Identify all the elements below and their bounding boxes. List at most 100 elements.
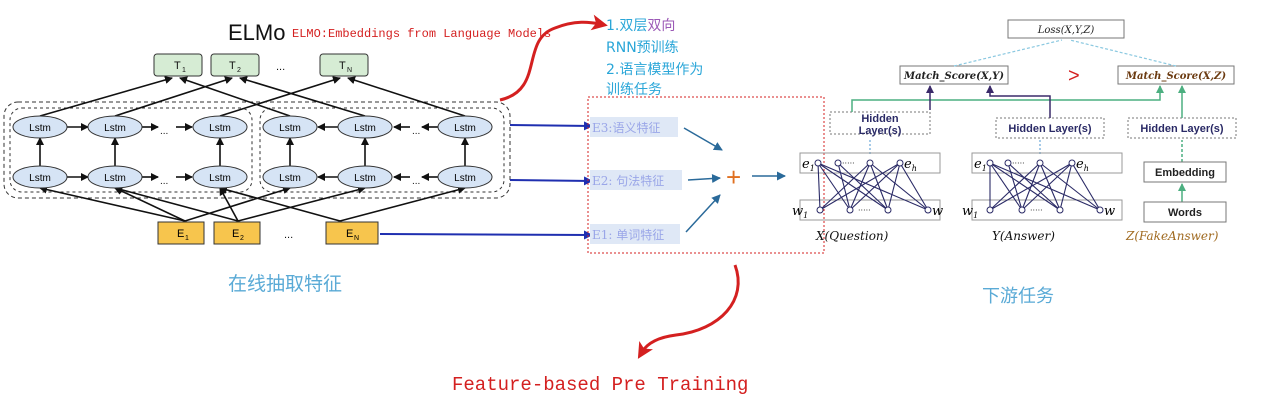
output-ellipsis: ... (276, 61, 285, 73)
x-w-label: w (932, 204, 943, 219)
output-tn: T N (319, 53, 369, 77)
lstm-node: Lstm (337, 165, 393, 189)
output-t1: T 1 (153, 53, 203, 77)
svg-text:Lstm: Lstm (104, 123, 126, 134)
hidden-layer-y: Hidden Layer(s) (995, 117, 1105, 139)
feature-e2: E2: 句法特征 (592, 173, 664, 188)
purple-links (926, 85, 1051, 118)
x-bottom-ellipsis: ····· (858, 206, 871, 215)
x-question-label: X(Question) (815, 229, 889, 243)
elmo-subtitle: ELMO:Embeddings from Language Models (292, 27, 551, 41)
svg-text:Lstm: Lstm (29, 123, 51, 134)
svg-text:Match_Score(X,Y): Match_Score(X,Y) (903, 71, 1004, 82)
y-e1-label: e1 (974, 157, 987, 173)
xy-to-loss-line (953, 39, 1063, 67)
words-box: Words (1143, 201, 1227, 223)
elmo-title: ELMo (228, 20, 285, 45)
svg-text:Hidden: Hidden (861, 113, 899, 125)
feature-e1: E1: 单词特征 (592, 227, 664, 242)
y-eh-label: eh (1076, 157, 1089, 173)
forward-top-ellipsis: ... (160, 126, 168, 137)
hidden-layer-z: Hidden Layer(s) (1127, 117, 1237, 139)
lstm-node: Lstm (437, 165, 493, 189)
lstm-node: Lstm (437, 115, 493, 139)
lstm-node: Lstm (87, 165, 143, 189)
plus-sign: + (726, 162, 741, 192)
svg-text:Lstm: Lstm (454, 123, 476, 134)
input-e1: E 1 (157, 221, 205, 245)
output-t2: T 2 (210, 53, 260, 77)
footer-title: Feature-based Pre Training (452, 374, 748, 396)
svg-text:Embedding: Embedding (1155, 167, 1215, 179)
lstm-node: Lstm (262, 115, 318, 139)
downstream-caption: 下游任务 (982, 286, 1054, 307)
greater-than: > (1068, 65, 1080, 87)
svg-text:N: N (347, 67, 352, 74)
y-answer-label: Y(Answer) (992, 229, 1055, 243)
feature-e3: E3:语义特征 (592, 120, 660, 135)
svg-text:Lstm: Lstm (454, 173, 476, 184)
e1-to-plus-arrow (685, 194, 721, 233)
svg-text:Lstm: Lstm (354, 123, 376, 134)
svg-text:Lstm: Lstm (279, 173, 301, 184)
e3-to-plus-arrow (683, 127, 723, 151)
y-w1-label: w1 (962, 204, 978, 220)
svg-text:Words: Words (1168, 207, 1202, 219)
lstm-node: Lstm (87, 115, 143, 139)
svg-text:T: T (229, 60, 236, 72)
svg-text:E: E (232, 228, 239, 240)
loss-box: Loss(X,Y,Z) (1007, 19, 1125, 39)
y-network (971, 152, 1123, 221)
svg-text:E: E (177, 228, 184, 240)
lstm-node: Lstm (192, 165, 248, 189)
y-w-label: w (1104, 204, 1115, 219)
arrow-to-e2 (509, 176, 593, 186)
match-score-xz-box: Match_Score(X,Z) (1117, 65, 1235, 85)
input-ellipsis: ... (284, 229, 293, 241)
z-fakeanswer-label: Z(FakeAnswer) (1125, 229, 1219, 243)
svg-text:Loss(X,Y,Z): Loss(X,Y,Z) (1037, 25, 1095, 36)
svg-text:1: 1 (182, 67, 186, 74)
svg-text:Lstm: Lstm (104, 173, 126, 184)
elmo-feature-based-diagram: ELMo ELMO:Embeddings from Language Model… (0, 0, 1268, 408)
svg-text:1: 1 (185, 235, 189, 242)
svg-text:N: N (354, 235, 359, 242)
elmo-caption: 在线抽取特征 (228, 273, 342, 295)
lstm-node: Lstm (12, 165, 68, 189)
note-line2: RNN预训练 (606, 40, 679, 56)
hidden-layer-x: Hidden Layer(s) (829, 111, 931, 137)
svg-text:Lstm: Lstm (209, 123, 231, 134)
svg-text:Lstm: Lstm (209, 173, 231, 184)
svg-text:Lstm: Lstm (279, 123, 301, 134)
embedding-box: Embedding (1143, 161, 1227, 183)
backward-bottom-ellipsis: ... (412, 176, 420, 187)
footer-curve-arrow (637, 264, 740, 359)
e2-to-plus-arrow (687, 174, 721, 183)
match-score-xy-box: Match_Score(X,Y) (899, 65, 1009, 85)
svg-text:Hidden Layer(s): Hidden Layer(s) (1008, 123, 1091, 135)
arrow-to-e3 (509, 121, 593, 131)
svg-text:Hidden Layer(s): Hidden Layer(s) (1140, 123, 1223, 135)
input-en: E N (325, 221, 379, 245)
lstm-node: Lstm (337, 115, 393, 139)
y-bottom-ellipsis: ····· (1030, 206, 1043, 215)
x-e1-label: e1 (802, 157, 815, 173)
x-w1-label: w1 (792, 204, 808, 220)
note-line4: 训练任务 (606, 82, 662, 98)
note-line1: 1.双层双向 (606, 18, 675, 34)
input-e2: E 2 (213, 221, 261, 245)
svg-text:T: T (339, 60, 346, 72)
lstm-node: Lstm (12, 115, 68, 139)
x-top-ellipsis: ····· (842, 159, 855, 168)
note-line3: 2.语言模型作为 (606, 62, 703, 78)
svg-text:E: E (346, 228, 353, 240)
bilstm-container (3, 101, 511, 199)
svg-text:Layer(s): Layer(s) (859, 125, 902, 137)
x-eh-label: eh (904, 157, 917, 173)
diagram-canvas: ELMo ELMO:Embeddings from Language Model… (3, 14, 1237, 396)
lstm-node: Lstm (262, 165, 318, 189)
y-top-ellipsis: ····· (1012, 159, 1025, 168)
lstm-node: Lstm (192, 115, 248, 139)
forward-bottom-ellipsis: ... (160, 176, 168, 187)
xz-to-loss-line (1069, 39, 1177, 67)
